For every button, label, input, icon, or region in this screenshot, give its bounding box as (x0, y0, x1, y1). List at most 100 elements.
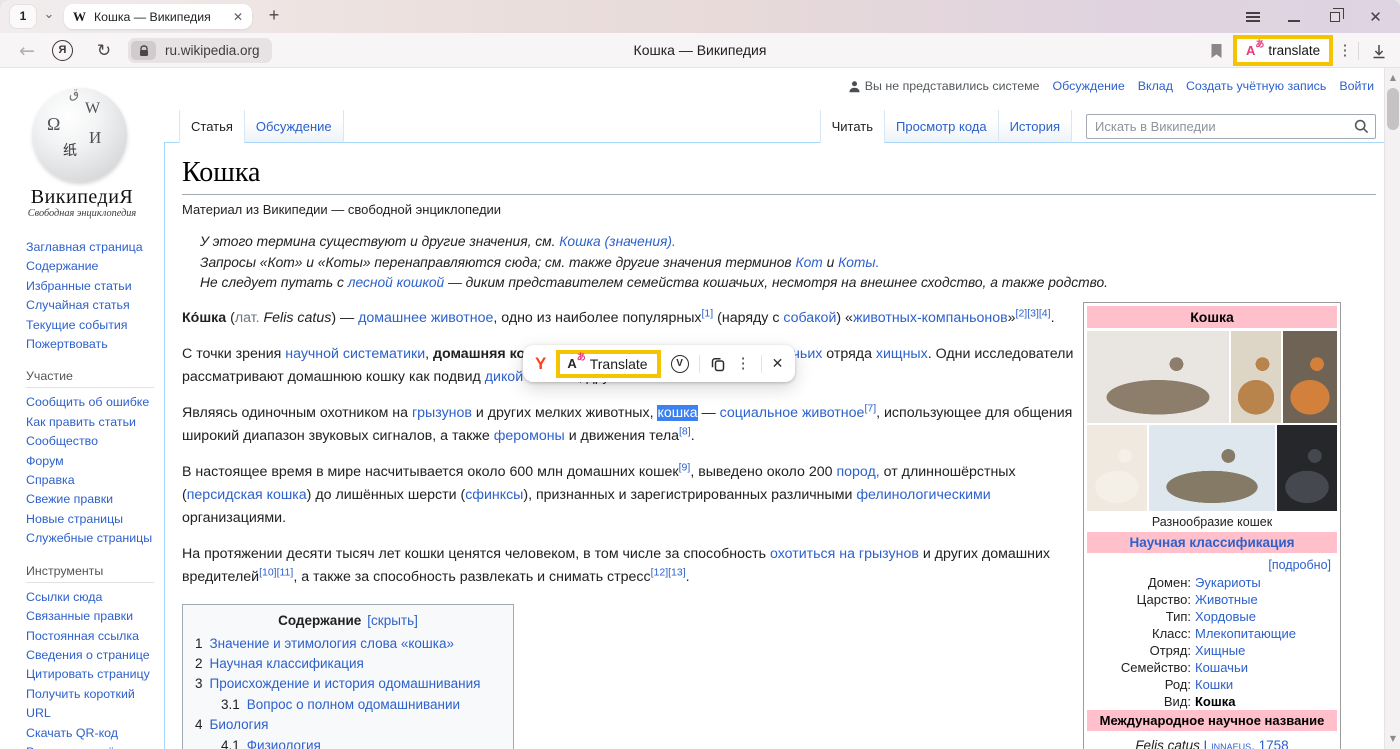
wiki-search-input[interactable] (1086, 114, 1376, 139)
reference-link[interactable]: [2][3][4] (1016, 307, 1051, 319)
sidebar-item[interactable]: Ссылки сюда (0, 588, 164, 607)
sidebar-item[interactable]: Пожертвовать (0, 335, 164, 354)
tab-list-chevron-down-icon[interactable]: ⌄ (40, 4, 58, 27)
view-tab[interactable]: Просмотр кода (884, 110, 999, 143)
toolbar-more-button[interactable]: ⋮ (1334, 39, 1356, 63)
sidebar-item[interactable]: Сведения о странице (0, 646, 164, 665)
text-link[interactable]: фелинологическими (856, 487, 990, 503)
sidebar-item[interactable]: Цитировать страницу (0, 665, 164, 684)
sidebar-item[interactable]: Служебные страницы (0, 529, 164, 548)
namespace-tab[interactable]: Статья (179, 110, 245, 143)
classification-value[interactable]: Животные (1195, 591, 1258, 608)
text-link[interactable]: Кот (795, 255, 822, 270)
restore-button[interactable] (1314, 0, 1355, 33)
classification-header[interactable]: Научная классификация (1087, 532, 1337, 553)
reference-link[interactable]: [1] (702, 307, 714, 319)
text-link[interactable]: собакой (783, 310, 836, 326)
new-tab-button[interactable]: + (261, 3, 287, 29)
reference-link[interactable]: [10][11] (259, 566, 293, 578)
sidebar-item[interactable]: Скачать QR-код (0, 724, 164, 743)
wikipedia-globe-logo[interactable]: ق Ω W И 纸 (33, 88, 127, 182)
text-link[interactable]: грызунов (412, 405, 472, 421)
downloads-button[interactable] (1366, 39, 1392, 63)
search-icon[interactable] (1354, 119, 1369, 134)
text-link[interactable]: пород, (836, 464, 879, 480)
popup-more-icon[interactable]: ⋮ (736, 356, 751, 371)
toc-link[interactable]: Физиология (247, 738, 321, 749)
text-link[interactable]: домашнее животное (358, 310, 493, 326)
address-bar[interactable]: ru.wikipedia.org (128, 38, 272, 63)
sidebar-item[interactable]: Как править статьи (0, 413, 164, 432)
toc-link[interactable]: Биология (210, 717, 269, 732)
yandex-home-button[interactable]: Я (52, 40, 73, 61)
sidebar-item[interactable]: Связанные правки (0, 607, 164, 626)
browser-menu-button[interactable] (1232, 0, 1273, 33)
page-scrollbar[interactable]: ▲ ▼ (1384, 68, 1400, 749)
toc-link[interactable]: Значение и этимология слова «кошка» (210, 636, 454, 651)
sidebar-item[interactable]: Форум (0, 452, 164, 471)
text-link[interactable]: сфинксы (465, 487, 523, 503)
minimize-button[interactable] (1273, 0, 1314, 33)
sidebar-item[interactable]: Постоянная ссылка (0, 627, 164, 646)
text-link[interactable]: Коты. (838, 255, 879, 270)
text-link[interactable]: социальное животное (720, 405, 865, 421)
view-tab[interactable]: Читать (820, 110, 885, 143)
toc-link[interactable]: Происхождение и история одомашнивания (210, 676, 481, 691)
text-link[interactable]: персидская кошка (187, 487, 307, 503)
classification-value[interactable]: Эукариоты (1195, 574, 1261, 591)
tab-close-icon[interactable]: ✕ (233, 10, 243, 24)
text-link[interactable]: хищных (876, 346, 928, 362)
view-tab[interactable]: История (998, 110, 1072, 143)
sidebar-item[interactable]: Свежие правки (0, 490, 164, 509)
sidebar-item[interactable]: Новые страницы (0, 510, 164, 529)
text-link[interactable]: охотиться на грызунов (770, 546, 919, 562)
classification-detail-link[interactable]: [подробно] (1087, 556, 1337, 574)
copy-icon[interactable] (710, 356, 726, 372)
classification-value[interactable]: Кошки (1195, 676, 1233, 693)
yandex-logo-icon[interactable]: Y (535, 354, 546, 374)
sidebar-item[interactable]: Сообщить об ошибке (0, 393, 164, 412)
text-link[interactable]: Кошка (значения). (559, 234, 676, 249)
personal-link[interactable]: Вклад (1138, 79, 1173, 93)
sidebar-item[interactable]: Заглавная страница (0, 238, 164, 257)
toc-link[interactable]: Вопрос о полном одомашнивании (247, 697, 460, 712)
popup-close-icon[interactable]: ✕ (772, 356, 784, 372)
text-link[interactable]: научной систематики (285, 346, 425, 362)
back-button[interactable]: ← (10, 33, 44, 68)
reference-link[interactable]: [8] (679, 425, 691, 437)
text-link[interactable]: феромоны (494, 428, 565, 444)
toc-link[interactable]: Научная классификация (210, 656, 364, 671)
text-link[interactable]: животных-компаньонов (853, 310, 1008, 326)
reload-button[interactable]: ↻ (88, 33, 120, 68)
personal-link[interactable]: Обсуждение (1053, 79, 1125, 93)
scroll-up-icon[interactable]: ▲ (1385, 71, 1400, 85)
sidebar-item[interactable]: Развернуть всё (0, 743, 164, 749)
sidebar-item[interactable]: Случайная статья (0, 296, 164, 315)
personal-link[interactable]: Войти (1339, 79, 1374, 93)
scroll-down-icon[interactable]: ▼ (1385, 732, 1400, 746)
sidebar-item[interactable]: Текущие события (0, 316, 164, 335)
classification-value[interactable]: Хищные (1195, 642, 1245, 659)
reference-link[interactable]: [9] (679, 461, 691, 473)
sidebar-item[interactable]: Получить короткий URL (0, 685, 164, 724)
sidebar-item[interactable]: Содержание (0, 257, 164, 276)
popup-translate-button[interactable]: Aあ Translate (556, 350, 660, 378)
reference-link[interactable]: [12][13] (651, 566, 686, 578)
toc-hide-link[interactable]: [скрыть] (367, 613, 418, 628)
personal-link[interactable]: Создать учётную запись (1186, 79, 1326, 93)
scrollbar-thumb[interactable] (1387, 88, 1399, 130)
binomial-name[interactable]: Felis catus Linnaeus, 1758 (1087, 734, 1337, 749)
sidebar-item[interactable]: Сообщество (0, 432, 164, 451)
ssl-lock-chip[interactable] (131, 41, 156, 60)
voice-icon[interactable]: V (671, 355, 689, 373)
sidebar-item[interactable]: Избранные статьи (0, 277, 164, 296)
toolbar-translate-button[interactable]: Aあ translate (1233, 35, 1333, 66)
browser-tab[interactable]: W Кошка — Википедия ✕ (64, 4, 252, 29)
bookmark-button[interactable] (1204, 39, 1228, 63)
selected-word[interactable]: кошка (657, 405, 697, 421)
text-link[interactable]: лесной кошкой (348, 275, 444, 290)
reference-link[interactable]: [7] (864, 402, 876, 414)
sidebar-item[interactable]: Справка (0, 471, 164, 490)
namespace-tab[interactable]: Обсуждение (244, 110, 344, 143)
classification-value[interactable]: Хордовые (1195, 608, 1256, 625)
